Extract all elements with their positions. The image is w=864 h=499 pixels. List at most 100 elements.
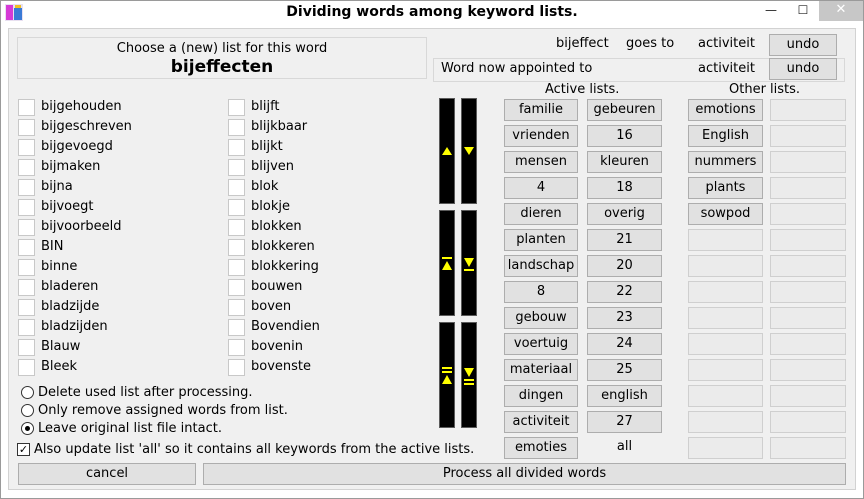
- empty-list-slot[interactable]: [770, 229, 846, 251]
- word-checkbox[interactable]: [18, 319, 35, 336]
- word-checkbox[interactable]: [228, 119, 245, 136]
- active-list-button[interactable]: emoties: [504, 437, 578, 459]
- active-list-button[interactable]: dieren: [504, 203, 578, 225]
- other-list-button[interactable]: nummers: [688, 151, 763, 173]
- radio-remove-assigned[interactable]: [21, 404, 34, 417]
- scroll-up-bar[interactable]: [439, 98, 455, 204]
- active-list-button[interactable]: 21: [587, 229, 662, 251]
- word-checkbox[interactable]: [18, 159, 35, 176]
- empty-list-slot[interactable]: [688, 333, 763, 355]
- empty-list-slot[interactable]: [770, 99, 846, 121]
- active-list-button[interactable]: planten: [504, 229, 578, 251]
- empty-list-slot[interactable]: [770, 333, 846, 355]
- word-checkbox[interactable]: [18, 339, 35, 356]
- active-list-button[interactable]: 27: [587, 411, 662, 433]
- word-checkbox[interactable]: [228, 159, 245, 176]
- word-checkbox[interactable]: [228, 359, 245, 376]
- empty-list-slot[interactable]: [770, 281, 846, 303]
- word-checkbox[interactable]: [228, 259, 245, 276]
- empty-list-slot[interactable]: [688, 255, 763, 277]
- empty-list-slot[interactable]: [770, 203, 846, 225]
- radio-delete-list[interactable]: [21, 386, 34, 399]
- jump-bottom-bar[interactable]: [461, 322, 477, 428]
- active-list-button[interactable]: 23: [587, 307, 662, 329]
- word-checkbox[interactable]: [18, 239, 35, 256]
- active-list-button[interactable]: dingen: [504, 385, 578, 407]
- active-list-button[interactable]: 18: [587, 177, 662, 199]
- empty-list-slot[interactable]: [688, 359, 763, 381]
- word-checkbox[interactable]: [228, 339, 245, 356]
- active-list-button[interactable]: gebeuren: [587, 99, 662, 121]
- empty-list-slot[interactable]: [688, 411, 763, 433]
- active-list-button[interactable]: activiteit: [504, 411, 578, 433]
- word-checkbox[interactable]: [228, 99, 245, 116]
- empty-list-slot[interactable]: [770, 359, 846, 381]
- word-checkbox[interactable]: [18, 99, 35, 116]
- word-checkbox[interactable]: [18, 119, 35, 136]
- active-list-button[interactable]: voertuig: [504, 333, 578, 355]
- empty-list-slot[interactable]: [770, 255, 846, 277]
- other-list-button[interactable]: English: [688, 125, 763, 147]
- radio-leave-intact[interactable]: [21, 422, 34, 435]
- empty-list-slot[interactable]: [770, 151, 846, 173]
- word-checkbox[interactable]: [18, 279, 35, 296]
- empty-list-slot[interactable]: [770, 411, 846, 433]
- word-checkbox[interactable]: [228, 139, 245, 156]
- other-list-button[interactable]: sowpod: [688, 203, 763, 225]
- word-checkbox[interactable]: [18, 259, 35, 276]
- empty-list-slot[interactable]: [770, 125, 846, 147]
- active-list-button[interactable]: 20: [587, 255, 662, 277]
- active-list-button[interactable]: kleuren: [587, 151, 662, 173]
- active-list-button[interactable]: familie: [504, 99, 578, 121]
- empty-list-slot[interactable]: [688, 437, 763, 459]
- other-list-button[interactable]: plants: [688, 177, 763, 199]
- active-list-button[interactable]: 16: [587, 125, 662, 147]
- word-checkbox[interactable]: [228, 179, 245, 196]
- active-list-button[interactable]: 4: [504, 177, 578, 199]
- empty-list-slot[interactable]: [688, 229, 763, 251]
- active-list-button[interactable]: english: [587, 385, 662, 407]
- jump-top-bar[interactable]: [439, 322, 455, 428]
- maximize-button[interactable]: ☐: [790, 1, 816, 21]
- active-list-button[interactable]: 8: [504, 281, 578, 303]
- active-list-button[interactable]: overig: [587, 203, 662, 225]
- active-list-button[interactable]: materiaal: [504, 359, 578, 381]
- word-checkbox[interactable]: [228, 239, 245, 256]
- word-checkbox[interactable]: [18, 139, 35, 156]
- close-button[interactable]: ✕: [819, 1, 863, 21]
- word-checkbox[interactable]: [228, 279, 245, 296]
- word-checkbox[interactable]: [18, 219, 35, 236]
- other-list-button[interactable]: emotions: [688, 99, 763, 121]
- active-list-button[interactable]: vrienden: [504, 125, 578, 147]
- empty-list-slot[interactable]: [688, 307, 763, 329]
- word-checkbox[interactable]: [18, 199, 35, 216]
- active-list-button[interactable]: 22: [587, 281, 662, 303]
- word-checkbox[interactable]: [18, 299, 35, 316]
- cancel-button[interactable]: cancel: [18, 463, 196, 485]
- page-up-bar[interactable]: [439, 210, 455, 316]
- active-list-button[interactable]: gebouw: [504, 307, 578, 329]
- word-checkbox[interactable]: [228, 319, 245, 336]
- undo-button[interactable]: undo: [769, 34, 837, 56]
- undo-appointed-button[interactable]: undo: [769, 58, 837, 80]
- active-list-button[interactable]: mensen: [504, 151, 578, 173]
- scroll-down-bar[interactable]: [461, 98, 477, 204]
- word-checkbox[interactable]: [18, 179, 35, 196]
- active-list-button[interactable]: landschap: [504, 255, 578, 277]
- word-checkbox[interactable]: [228, 219, 245, 236]
- empty-list-slot[interactable]: [770, 307, 846, 329]
- empty-list-slot[interactable]: [770, 437, 846, 459]
- process-button[interactable]: Process all divided words: [203, 463, 846, 485]
- update-all-checkbox[interactable]: ✓: [17, 443, 30, 456]
- active-list-button[interactable]: 25: [587, 359, 662, 381]
- empty-list-slot[interactable]: [770, 177, 846, 199]
- active-list-button[interactable]: 24: [587, 333, 662, 355]
- word-checkbox[interactable]: [228, 299, 245, 316]
- word-checkbox[interactable]: [228, 199, 245, 216]
- empty-list-slot[interactable]: [688, 385, 763, 407]
- empty-list-slot[interactable]: [688, 281, 763, 303]
- minimize-button[interactable]: —: [758, 1, 784, 21]
- empty-list-slot[interactable]: [770, 385, 846, 407]
- word-checkbox[interactable]: [18, 359, 35, 376]
- page-down-bar[interactable]: [461, 210, 477, 316]
